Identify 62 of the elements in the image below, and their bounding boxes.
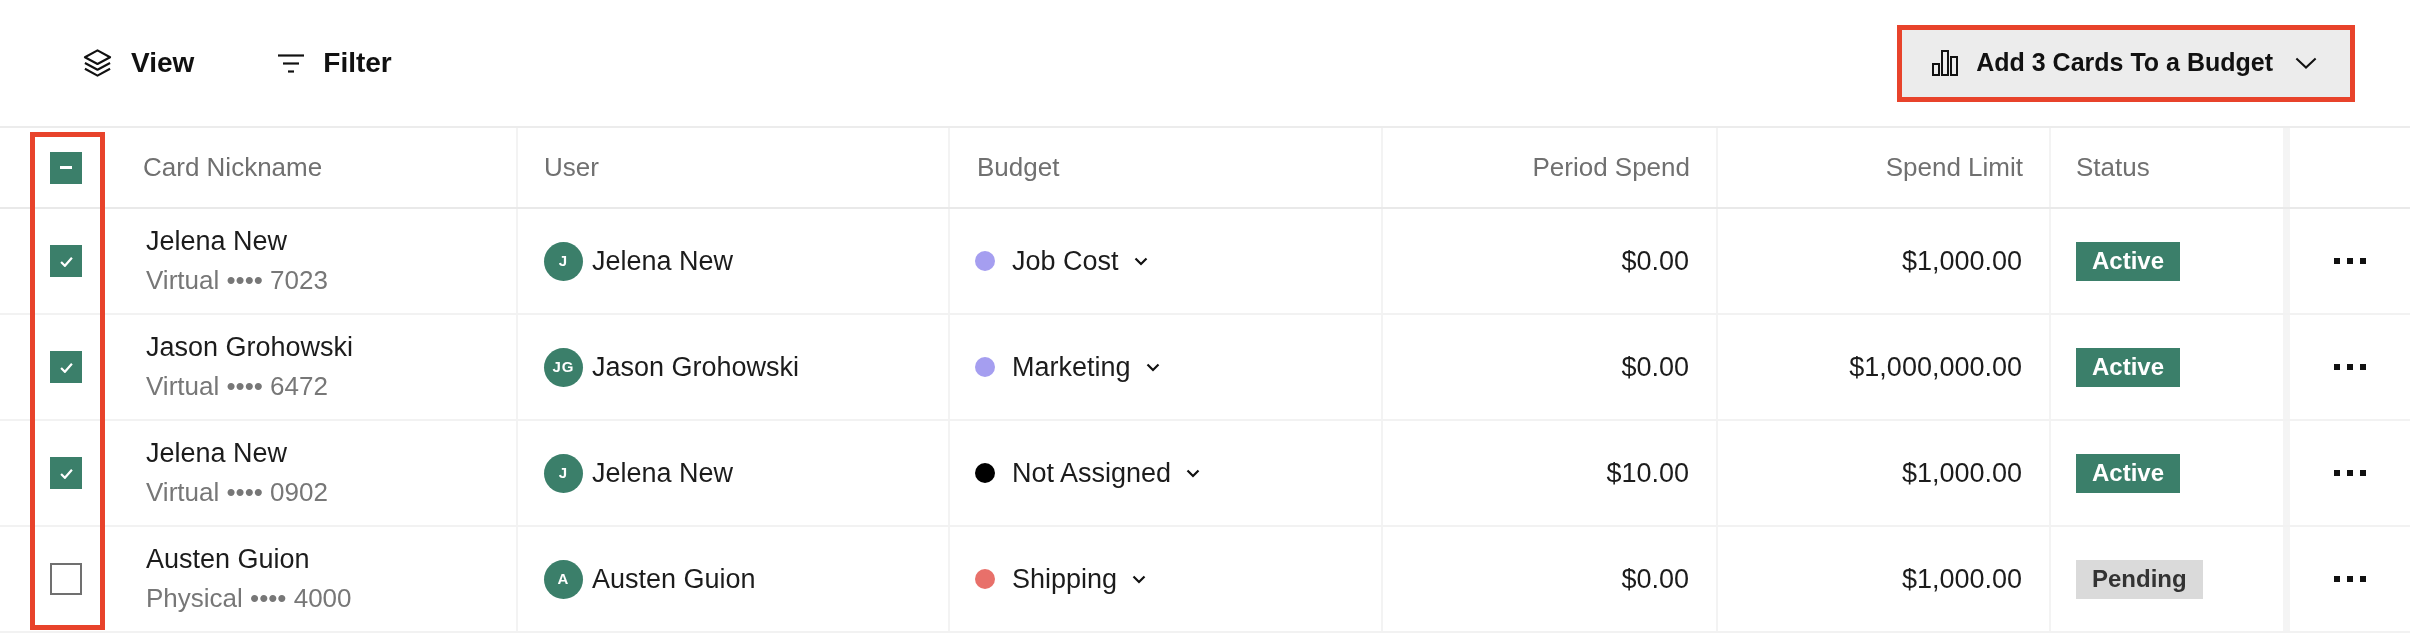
period-spend: $0.00 [1621, 562, 1689, 596]
chevron-down-icon [2295, 57, 2317, 69]
minus-icon [60, 166, 72, 169]
check-icon [59, 467, 73, 479]
card-nickname: Jason Grohowski [146, 331, 354, 364]
status-badge: Active [2076, 453, 2181, 493]
add-to-budget-button[interactable]: Add 3 Cards To a Budget [1902, 29, 2350, 97]
filter-icon [278, 53, 305, 73]
budget-dropdown[interactable]: Marketing [1012, 346, 1160, 388]
column-header: Budget [977, 151, 1060, 184]
more-icon [2334, 576, 2366, 582]
more-icon [2334, 364, 2366, 370]
check-icon [59, 255, 73, 267]
budget-dropdown[interactable]: Not Assigned [1012, 452, 1201, 494]
more-icon [2334, 258, 2366, 264]
row-checkbox[interactable] [50, 245, 82, 277]
more-icon [2334, 470, 2366, 476]
period-spend: $10.00 [1606, 456, 1689, 490]
user-avatar: J [544, 241, 583, 281]
period-spend: $0.00 [1621, 244, 1689, 278]
filter-button[interactable]: Filter [278, 42, 392, 84]
spend-limit: $1,000.00 [1901, 244, 2022, 278]
check-icon [59, 361, 73, 373]
chevron-down-icon [1132, 574, 1147, 584]
chevron-down-icon [1186, 468, 1201, 478]
column-header: Card Nickname [143, 151, 323, 184]
card-number: Virtual •••• 7023 [146, 264, 328, 297]
bar-chart-icon [1932, 50, 1959, 76]
spend-limit: $1,000.00 [1901, 456, 2022, 490]
layers-icon [83, 48, 112, 78]
status-badge: Active [2076, 347, 2181, 387]
card-number: Virtual •••• 6472 [146, 370, 328, 403]
user-name: Austen Guion [592, 562, 756, 596]
card-nickname: Austen Guion [146, 543, 310, 576]
user-name: Jelena New [592, 456, 734, 490]
user-avatar: A [544, 559, 583, 599]
view-button[interactable]: View [83, 42, 195, 84]
spend-limit: $1,000,000.00 [1849, 350, 2022, 384]
spend-limit: $1,000.00 [1901, 562, 2022, 596]
card-nickname: Jelena New [146, 225, 288, 258]
column-header: User [544, 151, 599, 184]
card-number: Virtual •••• 0902 [146, 476, 328, 509]
column-header: Status [2076, 151, 2150, 184]
select-all-checkbox[interactable] [50, 151, 82, 184]
user-avatar: J [544, 453, 583, 493]
card-number: Physical •••• 4000 [146, 582, 352, 615]
budget-dropdown[interactable]: Shipping [1012, 558, 1147, 600]
column-header: Spend Limit [1885, 151, 2023, 184]
status-badge: Active [2076, 241, 2181, 281]
row-checkbox[interactable] [50, 457, 82, 489]
row-checkbox[interactable] [50, 563, 82, 595]
user-avatar: JG [544, 347, 583, 387]
column-header: Period Spend [1532, 151, 1690, 184]
chevron-down-icon [1145, 362, 1160, 372]
budget-dropdown[interactable]: Job Cost [1012, 240, 1148, 282]
user-name: Jelena New [592, 244, 734, 278]
row-checkbox[interactable] [50, 351, 82, 383]
period-spend: $0.00 [1621, 350, 1689, 384]
card-nickname: Jelena New [146, 437, 288, 470]
status-badge: Pending [2076, 559, 2203, 599]
user-name: Jason Grohowski [592, 350, 800, 384]
chevron-down-icon [1133, 256, 1148, 266]
